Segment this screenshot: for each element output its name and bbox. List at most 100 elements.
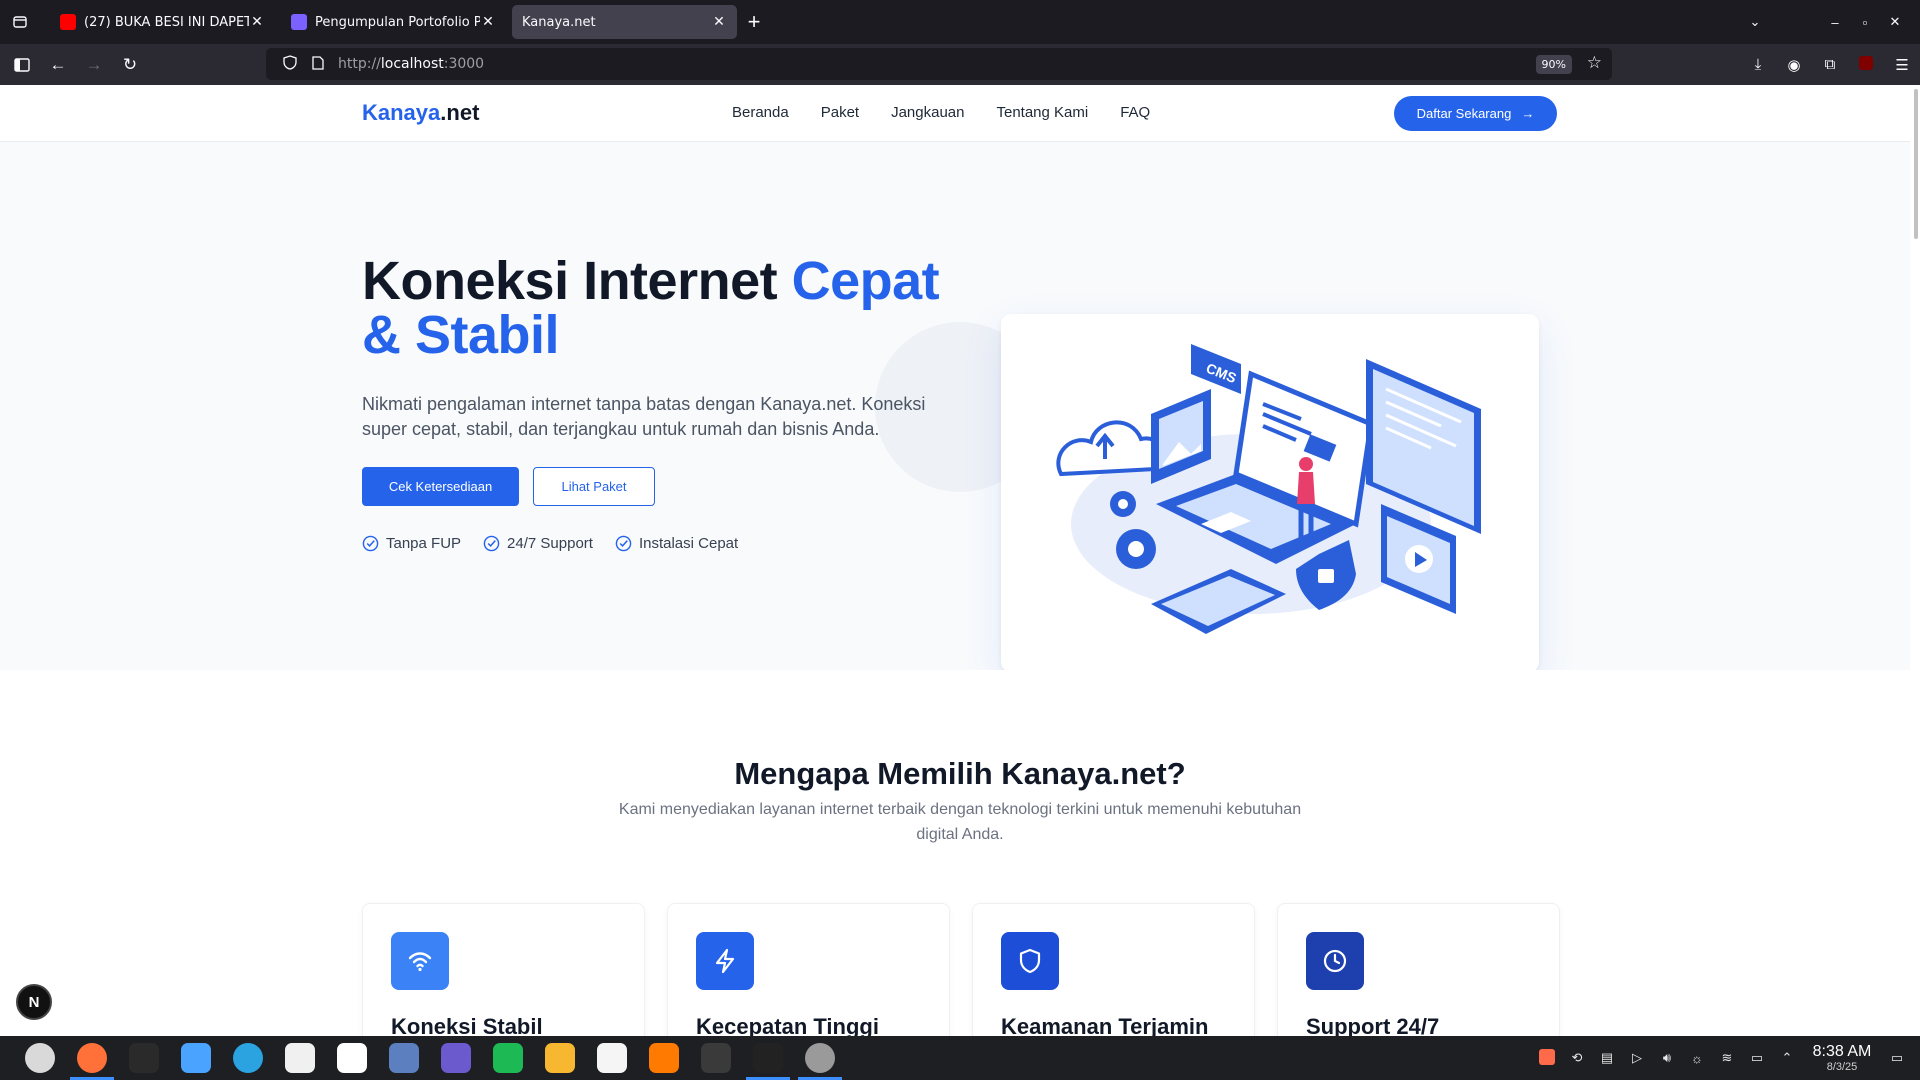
sync-tray-icon[interactable]: ⟲ [1562,1050,1592,1066]
close-window-button[interactable]: ✕ [1880,14,1910,30]
show-desktop-icon[interactable]: ▭ [1882,1050,1912,1066]
why-section: Mengapa Memilih Kanaya.net? Kami menyedi… [0,670,1910,1036]
ublock-icon[interactable] [1848,55,1884,74]
game-icon[interactable] [430,1036,482,1080]
feature-card-support: Support 24/7 [1277,903,1560,1036]
finder-icon[interactable] [170,1036,222,1080]
settings-icon[interactable] [794,1036,846,1080]
new-tab-button[interactable]: + [737,5,771,39]
brightness-icon[interactable]: ☼ [1682,1051,1712,1066]
forms-icon [291,14,307,30]
reload-icon[interactable]: ↻ [112,49,148,81]
taskbar-apps [14,1036,846,1080]
tab-kanaya[interactable]: Kanaya.net ✕ [512,5,737,39]
main-nav: Beranda Paket Jangkauan Tentang Kami FAQ [732,104,1182,121]
isometric-laptop-illustration: CMS [1056,344,1481,634]
system-tray: ⟲ ▤ ▷ 🔊︎ ☼ ≋ ▭ ⌃ 8:38 AM 8/3/25 ▭ [1532,1036,1920,1080]
tab-title: Kanaya.net [522,14,596,30]
tab-title: Pengumpulan Portofolio P [315,14,480,30]
browser-nav-bar: ← → ↻ http://localhost:3000 90% ☆ ⤓ ◉ ⧉ … [0,44,1920,85]
feature-tanpa-fup: Tanpa FUP [362,535,461,552]
site-header: Kanaya.net Beranda Paket Jangkauan Tenta… [0,85,1910,142]
tab-youtube[interactable]: (27) BUKA BESI INI DAPET ✕ [50,5,275,39]
lightning-icon [696,932,754,990]
cta-label: Daftar Sekarang [1416,106,1512,121]
proton-vpn-icon[interactable] [274,1036,326,1080]
chevron-up-icon[interactable]: ⌃ [1772,1050,1802,1066]
cek-ketersediaan-button[interactable]: Cek Ketersediaan [362,467,519,506]
check-circle-icon [615,535,632,552]
spotify-icon[interactable] [482,1036,534,1080]
volume-icon[interactable]: 🔊︎ [1652,1050,1682,1066]
clipboard-icon[interactable]: ▤ [1592,1050,1622,1066]
youtube-icon [60,14,76,30]
app-launcher-icon[interactable] [14,1036,66,1080]
tab-list-icon[interactable] [0,0,40,44]
url-text: http://localhost:3000 [338,56,485,72]
clock-icon [1306,932,1364,990]
why-title: Mengapa Memilih Kanaya.net? [734,756,1186,791]
feature-instalasi: Instalasi Cepat [615,535,738,552]
notion-icon[interactable] [326,1036,378,1080]
extensions-icon[interactable]: ⧉ [1812,56,1848,73]
terminal-icon[interactable] [118,1036,170,1080]
firefox-icon[interactable] [66,1036,118,1080]
nav-paket[interactable]: Paket [821,104,859,121]
books-icon[interactable] [638,1036,690,1080]
nav-jangkauan[interactable]: Jangkauan [891,104,964,121]
arrow-right-icon: → [1521,106,1535,121]
tab-overflow-icon[interactable]: ⌄ [1740,14,1770,30]
battery-icon[interactable]: ▭ [1742,1050,1772,1066]
toolbar-right: ⤓ ◉ ⧉ ☰ [1740,44,1920,85]
feature-card-kecepatan-tinggi: Kecepatan Tinggi [667,903,950,1036]
close-icon[interactable]: ✕ [249,14,265,30]
hero-title: Koneksi Internet Cepat & Stabil [362,251,940,365]
hero-section: Koneksi Internet Cepat & Stabil Nikmati … [0,142,1910,672]
editor-tray-icon[interactable] [1532,1048,1562,1068]
sidebar-icon[interactable] [4,49,40,81]
download-icon[interactable]: ⤓ [1740,56,1776,73]
app-store-icon[interactable] [586,1036,638,1080]
zoom-indicator[interactable]: 90% [1535,55,1572,74]
page-icon[interactable] [306,55,330,73]
minimize-button[interactable]: – [1820,15,1850,30]
notes-icon[interactable] [534,1036,586,1080]
reader-icon[interactable] [378,1036,430,1080]
os-taskbar: ⟲ ▤ ▷ 🔊︎ ☼ ≋ ▭ ⌃ 8:38 AM 8/3/25 ▭ [0,1036,1920,1080]
nav-beranda[interactable]: Beranda [732,104,789,121]
tab-title: (27) BUKA BESI INI DAPET [84,14,249,30]
card-title: Keamanan Terjamin [1001,1014,1209,1036]
card-title: Support 24/7 [1306,1014,1440,1036]
why-subtitle: Kami menyediakan layanan internet terbai… [618,801,1302,843]
menu-icon[interactable]: ☰ [1884,56,1920,74]
media-play-icon[interactable]: ▷ [1622,1050,1652,1066]
bookmark-star-icon[interactable]: ☆ [1587,53,1602,73]
back-icon[interactable]: ← [40,49,76,81]
hero-features: Tanpa FUP 24/7 Support Instalasi Cepat [362,535,738,552]
wifi-icon [391,932,449,990]
clock[interactable]: 8:38 AM 8/3/25 [1802,1043,1882,1073]
tab-portofolio[interactable]: Pengumpulan Portofolio P ✕ [281,5,506,39]
address-bar[interactable]: http://localhost:3000 90% ☆ [266,48,1612,80]
close-icon[interactable]: ✕ [711,14,727,30]
shield-icon[interactable] [278,55,302,73]
hero-illustration-card: CMS [1001,314,1539,672]
nextjs-dev-badge[interactable]: N [16,984,52,1020]
daftar-sekarang-button[interactable]: Daftar Sekarang → [1394,96,1557,131]
page-scrollbar[interactable] [1910,85,1920,1036]
wifi-tray-icon[interactable]: ≋ [1712,1050,1742,1066]
nav-faq[interactable]: FAQ [1120,104,1150,121]
package-icon[interactable] [742,1036,794,1080]
account-icon[interactable]: ◉ [1776,56,1812,74]
maximize-button[interactable]: ▫ [1850,15,1880,30]
site-logo[interactable]: Kanaya.net [362,100,479,126]
card-title: Kecepatan Tinggi [696,1014,879,1036]
telegram-icon[interactable] [222,1036,274,1080]
nav-tentang-kami[interactable]: Tentang Kami [996,104,1088,121]
forward-icon[interactable]: → [76,49,112,81]
scrollbar-thumb[interactable] [1914,89,1918,239]
feature-cards: Koneksi Stabil Kecepatan Tinggi Keamanan… [362,903,1560,1036]
lihat-paket-button[interactable]: Lihat Paket [533,467,655,506]
close-icon[interactable]: ✕ [480,14,496,30]
hat-icon[interactable] [690,1036,742,1080]
